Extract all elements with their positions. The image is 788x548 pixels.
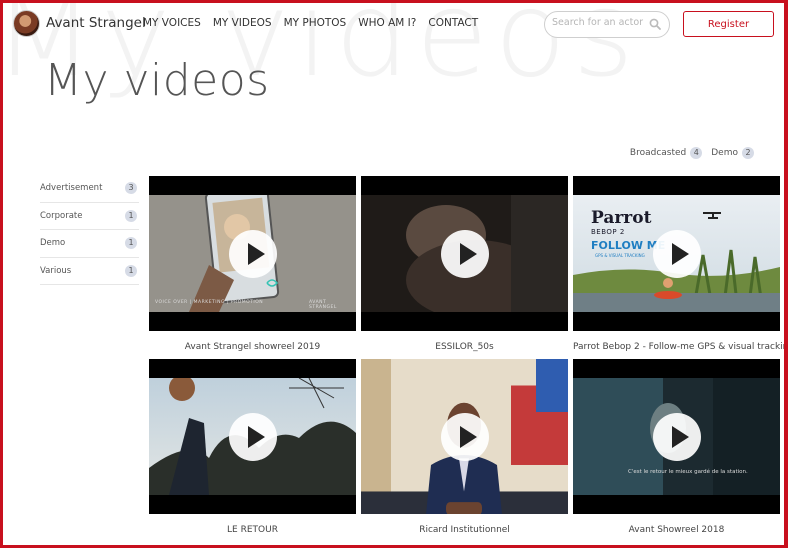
video-title[interactable]: LE RETOUR (149, 525, 356, 535)
nav-my-voices[interactable]: MY VOICES (143, 17, 201, 29)
parrot-feature-sub: GPS & VISUAL TRACKING (595, 253, 645, 258)
count-badge: 1 (125, 264, 137, 277)
video-card: VOICE OVER | MARKETING | PROMOTION AVANT… (149, 176, 356, 352)
parrot-brand: Parrot (591, 208, 652, 228)
video-title[interactable]: ESSILOR_50s (361, 342, 568, 352)
filter-label: Demo (711, 148, 738, 158)
sidebar-item-various[interactable]: Various 1 (40, 258, 139, 285)
video-card: Parrot BEBOP 2 FOLLOW ME GPS & VISUAL TR… (573, 176, 784, 352)
filter-broadcasted[interactable]: Broadcasted 4 (629, 147, 703, 159)
video-subtitle: C'est le retour le mieux gardé de la sta… (628, 469, 748, 475)
video-title[interactable]: Avant Strangel showreel 2019 (149, 342, 356, 352)
nav-my-videos[interactable]: MY VIDEOS (213, 17, 272, 29)
sidebar-item-label: Advertisement (40, 183, 103, 194)
count-badge: 3 (125, 182, 137, 195)
filter-label: Broadcasted (629, 148, 687, 158)
play-icon[interactable] (229, 413, 277, 461)
video-thumbnail[interactable] (361, 176, 568, 331)
main-nav: MY VOICES MY VIDEOS MY PHOTOS WHO AM I? … (143, 17, 478, 29)
brand-name[interactable]: Avant Strangel (46, 15, 146, 31)
parrot-product: BEBOP 2 (591, 228, 625, 236)
video-thumbnail[interactable]: VOICE OVER | MARKETING | PROMOTION AVANT… (149, 176, 356, 331)
actor-search-box (544, 11, 670, 38)
video-card: ESSILOR_50s (361, 176, 568, 352)
count-badge: 1 (125, 209, 137, 222)
nav-contact[interactable]: CONTACT (428, 17, 478, 29)
play-icon[interactable] (441, 230, 489, 278)
count-badge: 2 (742, 147, 754, 159)
video-title[interactable]: Avant Showreel 2018 (573, 525, 780, 535)
play-icon[interactable] (441, 413, 489, 461)
browser-frame: My videos Avant Strangel MY VOICES MY VI… (0, 0, 788, 548)
video-card: C'est le retour le mieux gardé de la sta… (573, 359, 780, 535)
sidebar-item-label: Various (40, 265, 72, 276)
nav-who-am-i[interactable]: WHO AM I? (358, 17, 416, 29)
video-card: LE RETOUR (149, 359, 356, 535)
filter-demo[interactable]: Demo 2 (711, 147, 754, 159)
nav-my-photos[interactable]: MY PHOTOS (284, 17, 347, 29)
video-type-filters: Broadcasted 4 Demo 2 (630, 147, 754, 159)
play-icon[interactable] (229, 230, 277, 278)
sidebar-item-advertisement[interactable]: Advertisement 3 (40, 175, 139, 203)
play-icon[interactable] (653, 413, 701, 461)
video-card: Ricard Institutionnel (361, 359, 568, 535)
count-badge: 1 (125, 237, 137, 250)
video-overlay-brand: AVANT STRANGEL (309, 300, 337, 310)
register-button[interactable]: Register (683, 11, 774, 37)
video-title[interactable]: Ricard Institutionnel (361, 525, 568, 535)
sidebar-item-label: Demo (40, 238, 66, 249)
sidebar-item-label: Corporate (40, 210, 83, 221)
sidebar-item-demo[interactable]: Demo 1 (40, 230, 139, 258)
count-badge: 4 (690, 147, 703, 159)
search-icon[interactable] (649, 18, 661, 30)
page-title: My videos (44, 55, 270, 106)
video-thumbnail[interactable] (361, 359, 568, 514)
video-thumbnail[interactable]: Parrot BEBOP 2 FOLLOW ME GPS & VISUAL TR… (573, 176, 780, 331)
video-thumbnail[interactable] (149, 359, 356, 514)
play-icon[interactable] (653, 230, 701, 278)
video-thumbnail[interactable]: C'est le retour le mieux gardé de la sta… (573, 359, 780, 514)
sidebar-item-corporate[interactable]: Corporate 1 (40, 203, 139, 230)
profile-avatar[interactable] (13, 10, 40, 37)
category-sidebar: Advertisement 3 Corporate 1 Demo 1 Vario… (40, 175, 139, 285)
top-navigation-bar: Avant Strangel MY VOICES MY VIDEOS MY PH… (3, 3, 784, 43)
search-input[interactable] (552, 17, 652, 28)
video-overlay-caption: VOICE OVER | MARKETING | PROMOTION (155, 300, 264, 305)
video-title[interactable]: Parrot Bebop 2 - Follow-me GPS & visual … (573, 342, 784, 352)
